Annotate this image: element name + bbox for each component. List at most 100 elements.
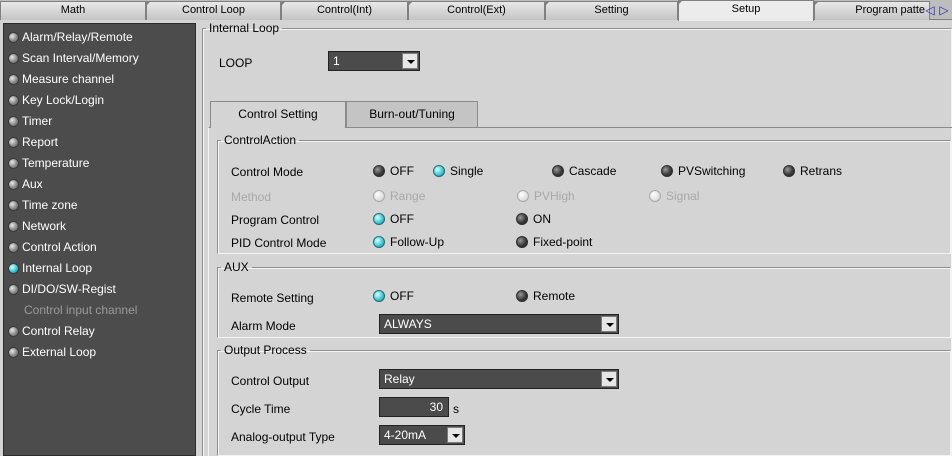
status-led-icon (8, 137, 19, 148)
radio-off-icon (783, 165, 795, 177)
control-output-value: Relay (384, 372, 415, 386)
setup-sidebar: Alarm/Relay/Remote Scan Interval/Memory … (3, 23, 196, 456)
program-control-on-radio[interactable]: ON (516, 212, 551, 226)
radio-disabled-icon (649, 190, 661, 202)
status-led-icon (8, 158, 19, 169)
status-led-active-icon (8, 263, 19, 274)
group-title: AUX (224, 260, 249, 274)
sidebar-item-timer[interactable]: Timer (4, 111, 195, 132)
cycle-time-label: Cycle Time (231, 402, 291, 416)
sidebar-item-di-do-sw-regist[interactable]: DI/DO/SW-Regist (4, 279, 195, 300)
group-title: Output Process (224, 343, 307, 357)
tab-setup[interactable]: Setup (678, 0, 814, 21)
radio-off-icon (516, 213, 528, 225)
control-mode-label: Control Mode (231, 165, 304, 179)
sidebar-item-measure-channel[interactable]: Measure channel (4, 69, 195, 90)
control-mode-retrans-radio[interactable]: Retrans (783, 164, 842, 178)
status-led-icon (8, 221, 19, 232)
scroll-right-arrow-icon[interactable]: ▷ (938, 2, 950, 18)
tab-setting[interactable]: Setting (545, 1, 678, 20)
radio-off-icon (661, 165, 673, 177)
radio-on-icon (373, 213, 385, 225)
status-led-icon (8, 32, 19, 43)
radio-off-icon (373, 165, 385, 177)
radio-off-icon (516, 290, 528, 302)
program-control-off-radio[interactable]: OFF (373, 212, 414, 226)
alarm-mode-label: Alarm Mode (231, 319, 296, 333)
pid-follow-up-radio[interactable]: Follow-Up (373, 235, 444, 249)
sidebar-item-label: Report (22, 135, 59, 149)
subtab-label: Control Setting (238, 107, 318, 121)
radio-label: PVSwitching (678, 164, 746, 178)
sidebar-item-label: Network (22, 219, 67, 233)
tab-math[interactable]: Math (0, 1, 146, 20)
tab-program-pattern[interactable]: Program patte (814, 1, 930, 20)
control-mode-off-radio[interactable]: OFF (373, 164, 414, 178)
alarm-mode-select[interactable]: ALWAYS (379, 314, 619, 334)
radio-off-icon (516, 236, 528, 248)
sidebar-item-label: Temperature (22, 156, 90, 170)
control-output-select[interactable]: Relay (379, 369, 619, 389)
tab-control-ext[interactable]: Control(Ext) (408, 1, 545, 20)
tab-scroll-arrows: ◁ ▷ (922, 2, 952, 18)
sidebar-item-label: Aux (22, 177, 43, 191)
radio-label: ON (533, 212, 551, 226)
scroll-left-arrow-icon[interactable]: ◁ (924, 2, 936, 18)
radio-label: OFF (390, 212, 414, 226)
status-led-icon (8, 74, 19, 85)
remote-setting-off-radio[interactable]: OFF (373, 289, 414, 303)
sidebar-item-network[interactable]: Network (4, 216, 195, 237)
sidebar-item-control-input-channel: Control input channel (4, 300, 195, 321)
sidebar-item-scan-interval-memory[interactable]: Scan Interval/Memory (4, 48, 195, 69)
sidebar-item-report[interactable]: Report (4, 132, 195, 153)
sidebar-item-key-lock-login[interactable]: Key Lock/Login (4, 90, 195, 111)
sidebar-item-label: External Loop (22, 345, 97, 359)
pid-fixed-point-radio[interactable]: Fixed-point (516, 235, 592, 249)
sidebar-item-label: Internal Loop (22, 261, 93, 275)
subtab-burn-out-tuning[interactable]: Burn-out/Tuning (346, 101, 478, 127)
remote-setting-remote-radio[interactable]: Remote (516, 289, 575, 303)
radio-label: Cascade (569, 164, 617, 178)
alarm-mode-value: ALWAYS (384, 317, 432, 331)
status-led-icon (8, 116, 19, 127)
radio-disabled-icon (373, 190, 385, 202)
analog-output-type-select[interactable]: 4-20mA (379, 425, 465, 445)
radio-label: OFF (390, 164, 414, 178)
control-mode-cascade-radio[interactable]: Cascade (552, 164, 616, 178)
sidebar-item-external-loop[interactable]: External Loop (4, 342, 195, 363)
sidebar-item-temperature[interactable]: Temperature (4, 153, 195, 174)
control-output-label: Control Output (231, 374, 310, 388)
sidebar-item-internal-loop[interactable]: Internal Loop (4, 258, 195, 279)
radio-off-icon (552, 165, 564, 177)
group-title: ControlAction (224, 133, 297, 147)
method-signal-radio: Signal (649, 189, 699, 203)
top-tab-bar: Math Control Loop Control(Int) Control(E… (0, 0, 952, 21)
chevron-down-icon (447, 427, 463, 443)
radio-label: Signal (666, 189, 700, 203)
control-mode-pvswitching-radio[interactable]: PVSwitching (661, 164, 745, 178)
radio-label: Fixed-point (533, 235, 593, 249)
loop-select[interactable]: 1 (328, 51, 420, 71)
pid-control-mode-label: PID Control Mode (231, 236, 327, 250)
remote-setting-label: Remote Setting (231, 291, 314, 305)
sidebar-item-label: Alarm/Relay/Remote (22, 30, 133, 44)
status-led-icon (8, 326, 19, 337)
control-mode-single-radio[interactable]: Single (433, 164, 483, 178)
sidebar-item-aux[interactable]: Aux (4, 174, 195, 195)
tab-control-int[interactable]: Control(Int) (281, 1, 408, 20)
subtab-label: Burn-out/Tuning (369, 107, 455, 121)
sidebar-item-control-relay[interactable]: Control Relay (4, 321, 195, 342)
tab-control-loop[interactable]: Control Loop (146, 1, 281, 20)
cycle-time-input[interactable]: 30 (379, 397, 449, 417)
sidebar-item-control-action[interactable]: Control Action (4, 237, 195, 258)
chevron-down-icon (601, 316, 617, 332)
sidebar-item-label: Time zone (22, 198, 78, 212)
subtab-control-setting[interactable]: Control Setting (210, 101, 346, 128)
status-led-icon (8, 242, 19, 253)
status-led-icon (8, 179, 19, 190)
analog-output-type-label: Analog-output Type (231, 430, 335, 444)
sidebar-item-alarm-relay-remote[interactable]: Alarm/Relay/Remote (4, 27, 195, 48)
radio-label: Retrans (800, 164, 843, 178)
sidebar-item-time-zone[interactable]: Time zone (4, 195, 195, 216)
sidebar-item-label: Key Lock/Login (22, 93, 105, 107)
